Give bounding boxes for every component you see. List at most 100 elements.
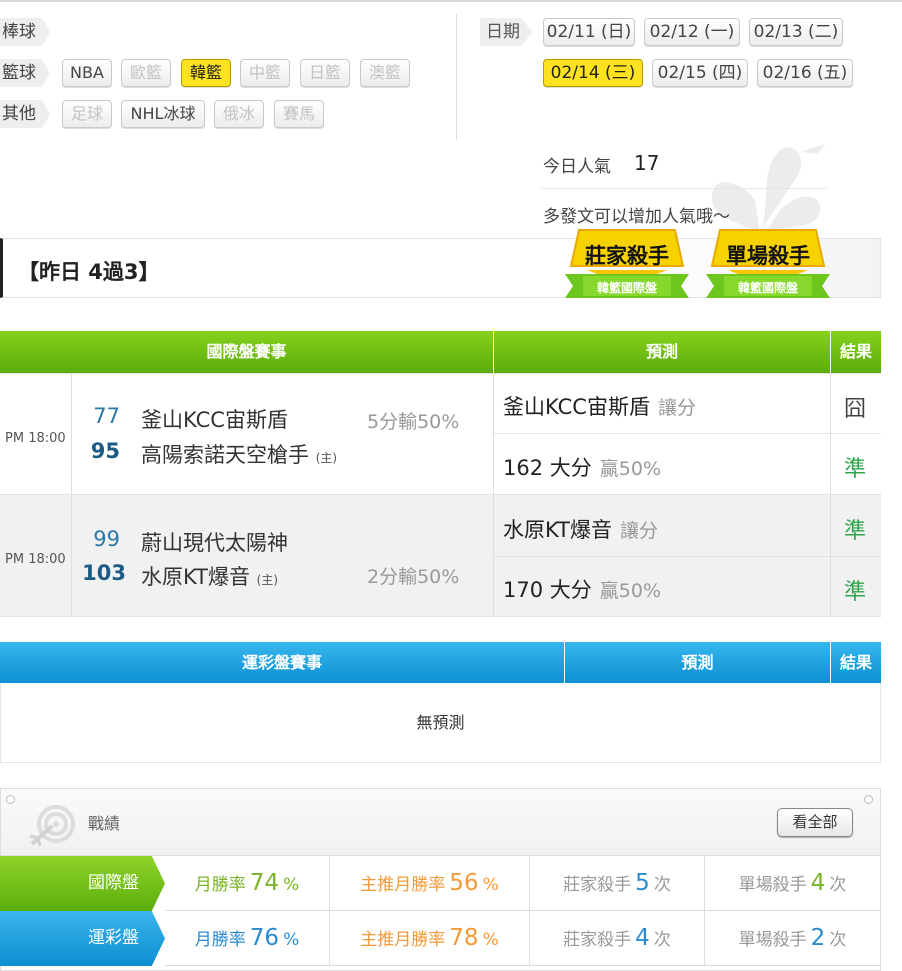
chip-australia-basketball: 澳籃 xyxy=(360,59,410,87)
value: 4 xyxy=(810,870,826,896)
home-team-name: 高陽索諾天空槍手 xyxy=(141,443,309,467)
dealer-killer-count: 莊家殺手 5 次 xyxy=(530,856,705,911)
value: 56 xyxy=(449,870,479,896)
unit: % xyxy=(283,930,300,950)
prediction-sub: 讓分 xyxy=(657,397,696,419)
label: 月勝率 xyxy=(194,875,246,895)
cell-sep xyxy=(71,495,72,617)
host-tag: (主) xyxy=(315,451,338,465)
prediction-sub: 贏50% xyxy=(599,580,661,602)
badge-dealer-killer-sub: 韓籃國際盤 xyxy=(596,281,657,295)
prediction-1: 釜山KCC宙斯盾 讓分 xyxy=(503,391,696,421)
lottery-header-pred: 預測 xyxy=(681,653,714,672)
popularity-divider xyxy=(541,188,827,189)
main-monthly-win-rate: 主推月勝率 78% xyxy=(330,911,530,966)
unit: % xyxy=(482,930,499,950)
match-time: PM 18:00 xyxy=(5,552,66,567)
vertical-divider xyxy=(456,14,457,140)
label: 莊家殺手 xyxy=(563,875,632,895)
lottery-header-result: 結果 xyxy=(839,653,872,672)
prediction-sub: 贏50% xyxy=(599,458,661,480)
result-1: 準 xyxy=(843,519,866,544)
date-0215[interactable]: 02/15 (四) xyxy=(652,59,748,87)
popularity-label: 今日人氣 xyxy=(543,157,611,177)
chip-nba[interactable]: NBA xyxy=(62,59,112,87)
unit: % xyxy=(283,875,300,895)
intl-header-result: 結果 xyxy=(839,342,872,361)
unit: 次 xyxy=(653,875,671,895)
date-0216[interactable]: 02/16 (五) xyxy=(757,59,853,87)
value: 78 xyxy=(449,925,479,951)
record-row-intl-label: 國際盤 xyxy=(0,856,165,911)
label: 月勝率 xyxy=(194,930,246,950)
unit: % xyxy=(482,875,499,895)
home-team: 水原KT爆音 (主) xyxy=(141,561,278,591)
home-score: 103 xyxy=(82,561,126,585)
monthly-win-rate: 月勝率 74% xyxy=(165,856,330,911)
cell-sep xyxy=(493,373,494,495)
value: 76 xyxy=(249,925,280,951)
prediction-2: 170 大分 贏50% xyxy=(503,574,661,604)
result-2: 準 xyxy=(843,457,866,482)
record-row-lottery-label: 運彩盤 xyxy=(0,911,165,966)
match-time: PM 18:00 xyxy=(5,431,66,446)
date-0214[interactable]: 02/14 (三) xyxy=(543,59,643,87)
intl-table-header: 國際盤賽事 預測 結果 xyxy=(0,331,881,373)
chip-nhl[interactable]: NHL冰球 xyxy=(121,100,205,128)
prediction-text: 162 大分 xyxy=(503,456,592,480)
prediction-sub: 讓分 xyxy=(619,520,658,542)
cell-sep xyxy=(71,373,72,495)
chip-korea-basketball[interactable]: 韓籃 xyxy=(181,59,231,87)
value: 2 xyxy=(810,925,826,951)
cell-sep-h xyxy=(494,556,881,557)
value: 5 xyxy=(635,870,650,896)
unit: 次 xyxy=(653,930,671,950)
unit: 次 xyxy=(829,930,847,950)
date-0211[interactable]: 02/11 (日) xyxy=(543,18,635,46)
chip-russia-hockey: 俄冰 xyxy=(214,100,264,128)
prediction-text: 釜山KCC宙斯盾 xyxy=(503,395,650,419)
value: 4 xyxy=(635,925,650,951)
no-prediction: 無預測 xyxy=(0,683,881,763)
unit: 次 xyxy=(829,875,847,895)
home-score: 95 xyxy=(90,439,120,463)
host-tag: (主) xyxy=(256,573,279,587)
spread-result: 5分輸50% xyxy=(367,411,460,433)
label: 莊家殺手 xyxy=(563,930,632,950)
prediction-text: 170 大分 xyxy=(503,578,592,602)
chip-euro-basketball: 歐籃 xyxy=(121,59,171,87)
date-0213[interactable]: 02/13 (二) xyxy=(749,18,843,46)
popularity-hint: 多發文可以增加人氣哦～ xyxy=(543,207,730,227)
result-2: 準 xyxy=(843,580,866,605)
monthly-win-rate: 月勝率 76% xyxy=(165,911,330,966)
badge-dealer-killer-title: 莊家殺手 xyxy=(585,244,669,268)
view-all-button[interactable]: 看全部 xyxy=(777,808,853,837)
badge-single-killer: 單場殺手 韓籃國際盤 xyxy=(706,226,830,304)
target-icon xyxy=(29,805,75,847)
spread-result: 2分輸50% xyxy=(367,566,460,588)
badge-single-killer-sub: 韓籃國際盤 xyxy=(737,281,798,295)
home-team: 高陽索諾天空槍手 (主) xyxy=(141,439,337,469)
top-rule xyxy=(0,0,902,2)
label: 主推月勝率 xyxy=(360,930,446,950)
away-score: 77 xyxy=(93,404,120,428)
away-team: 釜山KCC宙斯盾 xyxy=(141,408,288,432)
away-score: 99 xyxy=(93,527,120,551)
badge-dealer-killer: 莊家殺手 韓籃國際盤 xyxy=(565,226,689,304)
label: 主推月勝率 xyxy=(360,875,446,895)
home-team-name: 水原KT爆音 xyxy=(141,565,250,589)
yesterday-title: 【昨日 4過3】 xyxy=(18,260,160,284)
intl-header-pred: 預測 xyxy=(645,342,678,361)
intl-header-event: 國際盤賽事 xyxy=(206,342,287,361)
category-other[interactable]: 其他 xyxy=(0,100,50,128)
single-killer-count: 單場殺手 2 次 xyxy=(705,911,881,966)
category-baseball[interactable]: 棒球 xyxy=(0,18,50,46)
chip-horse-racing: 賽馬 xyxy=(274,100,324,128)
popularity-value: 17 xyxy=(634,151,660,175)
date-0212[interactable]: 02/12 (一) xyxy=(644,18,740,46)
prediction-2: 162 大分 贏50% xyxy=(503,452,661,482)
date-label: 日期 xyxy=(480,18,532,46)
away-team: 蔚山現代太陽神 xyxy=(141,531,288,555)
corner-dot-icon xyxy=(6,795,15,804)
category-basketball[interactable]: 籃球 xyxy=(0,59,50,87)
